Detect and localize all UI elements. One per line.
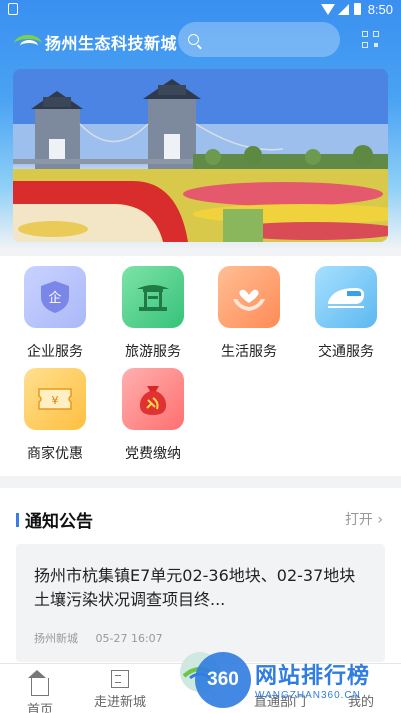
train-icon xyxy=(315,266,377,328)
search-input[interactable] xyxy=(207,32,327,47)
coupon-icon: ¥ xyxy=(24,368,86,430)
service-label: 生活服务 xyxy=(221,344,277,360)
notice-item-meta: 扬州新城 05-27 16:07 xyxy=(34,630,163,646)
service-label: 党费缴纳 xyxy=(125,446,181,462)
service-label: 旅游服务 xyxy=(125,344,181,360)
service-party-fee[interactable]: 党费缴纳 xyxy=(113,368,193,463)
watermark: 360 网站排行榜 WANGZHAN360.CN xyxy=(195,652,401,713)
notice-title-accent xyxy=(16,513,19,527)
search-icon xyxy=(188,34,199,45)
notice-item-source: 扬州新城 xyxy=(34,632,78,645)
service-label: 交通服务 xyxy=(318,344,374,360)
watermark-text: 网站排行榜 xyxy=(255,664,371,689)
enterprise-shield-icon: 企 xyxy=(24,266,86,328)
service-label: 企业服务 xyxy=(27,344,83,360)
notice-open-link[interactable]: 打开 › xyxy=(345,509,383,529)
banner-image[interactable] xyxy=(13,69,388,242)
android-notification-icon xyxy=(8,3,18,15)
party-money-bag-icon xyxy=(122,368,184,430)
svg-text:企: 企 xyxy=(48,290,61,306)
watermark-subtext: WANGZHAN360.CN xyxy=(255,690,361,701)
services-grid: 企 企业服务 旅游服务 生活服务 交通服务 ¥ 商家优惠 党费缴纳 xyxy=(0,256,401,476)
home-icon xyxy=(28,670,49,696)
battery-icon xyxy=(354,3,361,15)
service-enterprise[interactable]: 企 企业服务 xyxy=(15,266,95,361)
nav-label: 走进新城 xyxy=(93,695,146,710)
service-transport[interactable]: 交通服务 xyxy=(306,266,386,361)
status-bar: 8:50 xyxy=(0,0,401,20)
nav-label: 首页 xyxy=(26,703,53,713)
notice-item[interactable]: 扬州市杭集镇E7单元02-36地块、02-37地块土壤污染状况调查项目终... … xyxy=(16,544,385,662)
heart-hands-icon xyxy=(218,266,280,328)
brand-logo-icon xyxy=(14,35,42,49)
nav-item-home[interactable]: 首页 xyxy=(0,670,80,713)
svg-text:¥: ¥ xyxy=(52,394,59,407)
status-time: 8:50 xyxy=(367,2,393,17)
pavilion-icon xyxy=(122,266,184,328)
qr-scan-icon[interactable] xyxy=(362,31,379,48)
watermark-logo: 360 xyxy=(195,652,251,708)
service-tourism[interactable]: 旅游服务 xyxy=(113,266,193,361)
service-merchant-deals[interactable]: ¥ 商家优惠 xyxy=(15,368,95,463)
service-life[interactable]: 生活服务 xyxy=(209,266,289,361)
wifi-icon xyxy=(321,4,335,15)
signal-icon xyxy=(338,4,349,15)
notice-item-title: 扬州市杭集镇E7单元02-36地块、02-37地块土壤污染状况调查项目终... xyxy=(34,566,356,609)
notice-item-date: 05-27 16:07 xyxy=(95,632,163,645)
nav-item-about-city[interactable]: 走进新城 xyxy=(80,670,160,710)
building-icon xyxy=(111,670,129,688)
brand-name: 扬州生态科技新城 xyxy=(45,34,178,53)
search-bar[interactable] xyxy=(178,22,340,57)
service-label: 商家优惠 xyxy=(27,446,83,462)
brand: 扬州生态科技新城 xyxy=(14,30,177,54)
notice-title: 通知公告 xyxy=(25,512,93,532)
